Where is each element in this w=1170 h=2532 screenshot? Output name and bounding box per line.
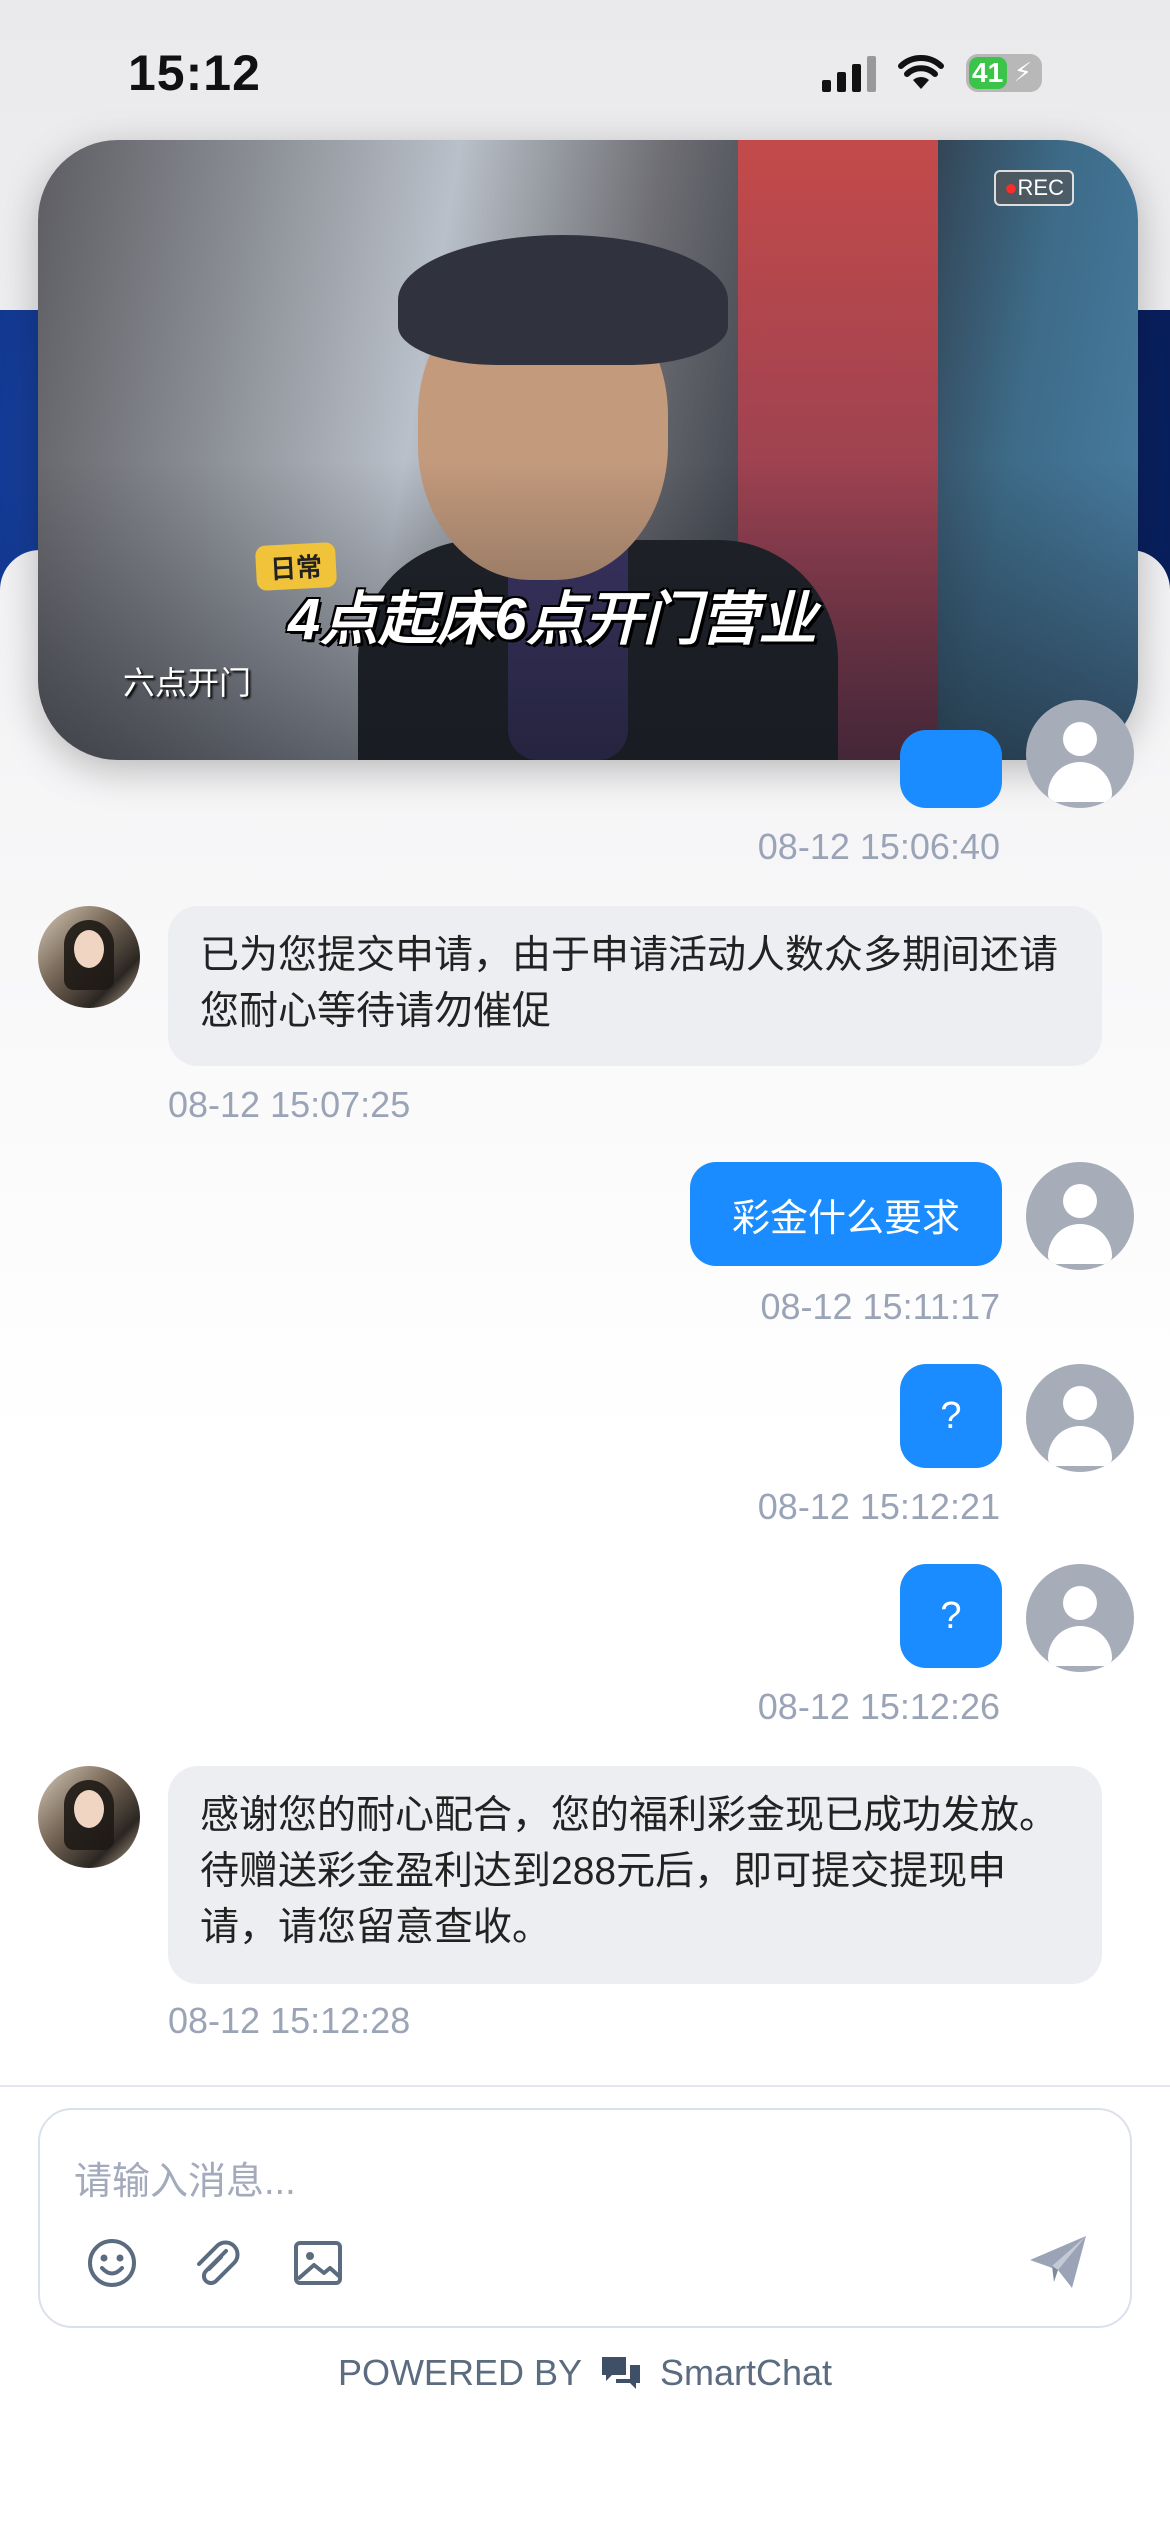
cellular-signal-icon: [822, 54, 876, 92]
user-message-bubble: ?: [900, 1564, 1002, 1668]
send-icon[interactable]: [1026, 2232, 1090, 2292]
composer-divider: [0, 2085, 1170, 2087]
user-avatar: [1026, 1364, 1134, 1472]
status-icons: 41 ⚡: [822, 54, 1042, 92]
message-timestamp: 08-12 15:12:28: [168, 2000, 411, 2041]
video-headline: 4点起床6点开门营业: [288, 587, 817, 652]
chat-bubbles-icon: [601, 2357, 640, 2389]
message-timestamp: 08-12 15:07:25: [168, 1084, 411, 1125]
powered-by-brand[interactable]: SmartChat: [660, 2352, 832, 2394]
message-timestamp: 08-12 15:12:21: [757, 1486, 1000, 1527]
agent-avatar: [38, 1766, 140, 1868]
rec-indicator: ●REC: [994, 170, 1074, 206]
message-timestamp: 08-12 15:12:26: [757, 1686, 1000, 1727]
attachment-icon[interactable]: [188, 2235, 244, 2291]
agent-message-bubble: 感谢您的耐心配合，您的福利彩金现已成功发放。待赠送彩金盈利达到288元后，即可提…: [168, 1766, 1102, 1984]
user-avatar: [1026, 1564, 1134, 1672]
user-message-bubble: 彩金什么要求: [690, 1162, 1002, 1266]
agent-message-bubble: 已为您提交申请，由于申请活动人数众多期间还请您耐心等待请勿催促: [168, 906, 1102, 1066]
powered-by-label: POWERED BY: [337, 2352, 582, 2393]
message-timestamp: 08-12 15:11:17: [760, 1286, 1000, 1327]
user-message-bubble: ?: [900, 1364, 1002, 1468]
user-message-bubble: [900, 730, 1002, 808]
emoji-icon[interactable]: [84, 2235, 140, 2291]
wifi-icon: [898, 55, 944, 89]
video-caption: 六点开门: [123, 665, 252, 701]
floating-video-player[interactable]: ●REC 日常 4点起床6点开门营业 六点开门: [38, 140, 1138, 760]
message-timestamp: 08-12 15:06:40: [757, 826, 1000, 867]
message-input[interactable]: 请输入消息...: [74, 2150, 296, 2205]
image-icon[interactable]: [290, 2235, 346, 2291]
message-composer: 请输入消息...: [38, 2108, 1132, 2328]
user-avatar: [1026, 1162, 1134, 1270]
agent-avatar: [38, 906, 140, 1008]
powered-by-footer: POWERED BY SmartChat: [0, 2352, 1170, 2394]
status-time: 15:12: [128, 45, 261, 101]
user-avatar: [1026, 700, 1134, 808]
battery-level: 41: [972, 57, 1004, 88]
battery-icon: 41 ⚡: [966, 54, 1042, 92]
